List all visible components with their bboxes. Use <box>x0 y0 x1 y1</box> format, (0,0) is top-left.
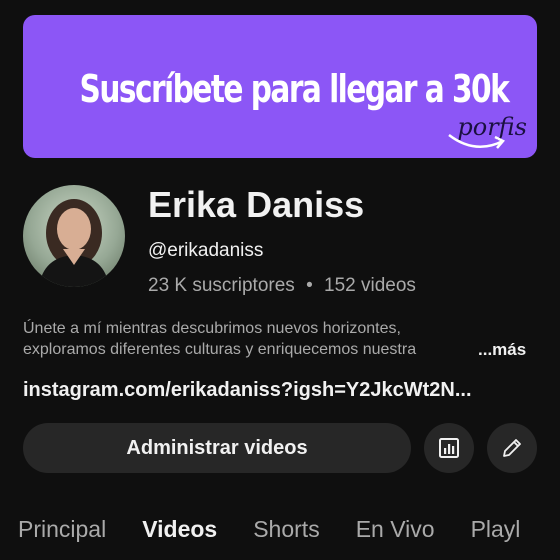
channel-stats: 23 K suscriptores • 152 videos <box>148 275 416 297</box>
description-line-2: exploramos diferentes culturas y enrique… <box>23 341 417 358</box>
tab-playlists[interactable]: Playl <box>471 516 521 546</box>
analytics-icon <box>439 438 459 458</box>
tab-shorts[interactable]: Shorts <box>253 516 319 546</box>
avatar-photo <box>39 199 109 287</box>
separator-dot: • <box>306 275 313 296</box>
channel-banner: Suscríbete para llegar a 30k porfis <box>23 15 537 158</box>
banner-title: Suscríbete para llegar a 30k <box>79 67 510 111</box>
channel-name: Erika Daniss <box>148 184 365 225</box>
tab-en-vivo[interactable]: En Vivo <box>356 516 435 546</box>
arrow-icon <box>448 134 505 149</box>
channel-tabs: Principal Videos Shorts En Vivo Playl <box>18 516 556 546</box>
analytics-button[interactable] <box>424 423 474 473</box>
tab-principal[interactable]: Principal <box>18 516 106 546</box>
subscriber-count: 23 K suscriptores <box>148 275 295 296</box>
edit-button[interactable] <box>487 423 537 473</box>
channel-handle: @erikadaniss <box>148 240 264 261</box>
channel-link[interactable]: instagram.com/erikadaniss?igsh=Y2JkcWt2N… <box>23 379 472 402</box>
description-line-1: Únete a mí mientras descubrimos nuevos h… <box>23 320 401 337</box>
channel-description[interactable]: Únete a mí mientras descubrimos nuevos h… <box>23 318 538 360</box>
video-count: 152 videos <box>324 275 416 296</box>
pencil-icon <box>503 439 521 457</box>
manage-videos-button[interactable]: Administrar videos <box>23 423 411 473</box>
tab-videos[interactable]: Videos <box>142 516 217 546</box>
more-link[interactable]: ...más <box>478 340 526 360</box>
avatar[interactable] <box>23 185 125 287</box>
